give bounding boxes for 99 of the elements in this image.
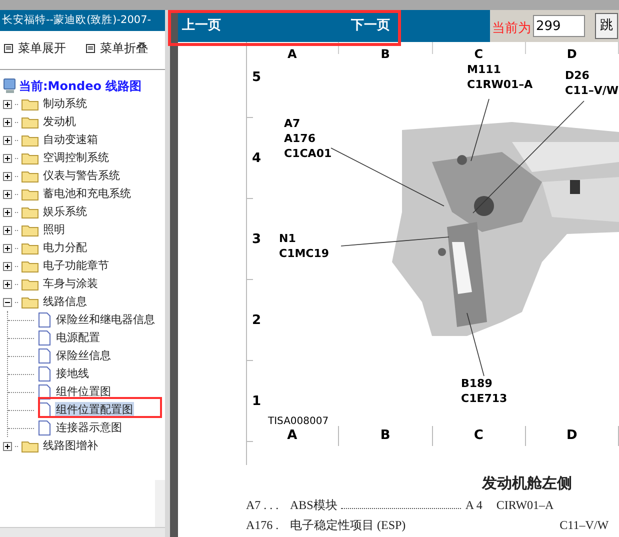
menu-button[interactable]: 菜单展开 bbox=[4, 39, 66, 57]
folder-icon bbox=[21, 169, 39, 183]
tree-item[interactable]: 连接器示意图 bbox=[55, 420, 123, 436]
grid-column-label: C bbox=[474, 48, 484, 60]
folder-icon bbox=[21, 439, 39, 453]
folder-icon bbox=[21, 115, 39, 129]
tree-item[interactable]: 组件位置图 bbox=[55, 384, 112, 400]
callout-label: N1 bbox=[279, 231, 297, 246]
scrollbar[interactable] bbox=[0, 527, 165, 537]
callout-label: A7 bbox=[284, 116, 302, 131]
callout-label: C11–V/W bbox=[565, 83, 619, 98]
next-page-link[interactable]: 下一页 bbox=[351, 16, 390, 36]
tree-item[interactable]: 制动系统 bbox=[3, 95, 87, 113]
folder-icon bbox=[21, 223, 39, 237]
expand-icon[interactable] bbox=[3, 226, 12, 234]
menu-button[interactable]: 菜单折叠 bbox=[86, 39, 148, 57]
tree-item[interactable]: 照明 bbox=[3, 221, 65, 239]
page-label: 当前为 bbox=[492, 20, 531, 38]
legend-reference: A 4 bbox=[465, 496, 482, 514]
legend-title: 发动机舱左侧 bbox=[482, 476, 572, 492]
legend-description: ABS模块 bbox=[290, 496, 338, 514]
document-icon bbox=[38, 348, 51, 364]
legend-code: A7 . . . bbox=[246, 496, 280, 514]
tree-item[interactable]: 仪表与警告系统 bbox=[3, 167, 120, 185]
grid-column-label: B bbox=[380, 427, 390, 445]
tree-item[interactable]: 电源配置 bbox=[55, 330, 101, 346]
grid-row-label: 5 bbox=[252, 69, 262, 87]
legend-code: C11–V/W bbox=[560, 516, 609, 534]
tree-item[interactable]: 电子功能章节 bbox=[3, 257, 109, 275]
tree-item[interactable]: 发动机 bbox=[3, 113, 76, 131]
callout-label: C1E713 bbox=[461, 391, 508, 406]
callout-label: M111 bbox=[467, 62, 502, 77]
callout-label: C1CA01 bbox=[284, 146, 332, 161]
callout-label: A176 bbox=[284, 131, 316, 146]
grid-column-label: A bbox=[287, 427, 298, 445]
grid-row-label: 3 bbox=[252, 231, 262, 249]
grid-row-label: 4 bbox=[252, 150, 262, 168]
tree-item[interactable]: 保险丝信息 bbox=[55, 348, 112, 364]
page-input[interactable]: 299 bbox=[533, 15, 585, 37]
tree-item[interactable]: 线路信息 bbox=[3, 293, 87, 311]
grid-column-label: B bbox=[380, 48, 390, 60]
callout-label: B189 bbox=[461, 376, 494, 391]
document-icon bbox=[38, 420, 51, 436]
grid-column-label: D bbox=[566, 48, 577, 60]
folder-icon bbox=[21, 133, 39, 147]
expand-icon[interactable] bbox=[3, 208, 12, 216]
tree-item[interactable]: 电力分配 bbox=[3, 239, 87, 257]
tree-item[interactable]: 接地线 bbox=[55, 366, 90, 382]
expand-icon[interactable] bbox=[3, 154, 12, 162]
expand-icon[interactable] bbox=[3, 100, 12, 108]
tree-item[interactable]: 空调控制系统 bbox=[3, 149, 109, 167]
legend-description: 电子稳定性项目 (ESP) bbox=[290, 516, 406, 534]
document-icon bbox=[38, 366, 51, 382]
folder-icon bbox=[21, 295, 39, 309]
folder-icon bbox=[21, 151, 39, 165]
grid-column-label: A bbox=[287, 48, 297, 60]
grid-column-label: C bbox=[474, 427, 484, 445]
folder-icon bbox=[21, 277, 39, 291]
tree-item[interactable]: 线路图增补 bbox=[3, 437, 98, 455]
expand-icon[interactable] bbox=[3, 118, 12, 126]
folder-icon bbox=[21, 97, 39, 111]
scrollbar[interactable] bbox=[155, 480, 165, 527]
collapse-icon[interactable] bbox=[3, 298, 12, 306]
callout-label: D26 bbox=[565, 68, 590, 83]
splitter-bar[interactable] bbox=[165, 10, 178, 537]
computer-icon bbox=[3, 78, 17, 94]
tree-item[interactable]: 保险丝和继电器信息 bbox=[55, 312, 156, 328]
expand-icon[interactable] bbox=[3, 280, 12, 288]
document-icon bbox=[38, 312, 51, 328]
expand-icon[interactable] bbox=[3, 262, 12, 270]
list-icon bbox=[4, 44, 13, 52]
tree-item[interactable]: 蓄电池和充电系统 bbox=[3, 185, 131, 203]
tree-root-label: 当前:Mondeo 线路图 bbox=[19, 78, 142, 95]
folder-icon bbox=[21, 241, 39, 255]
grid-row-label: 2 bbox=[252, 312, 262, 330]
expand-icon[interactable] bbox=[3, 136, 12, 144]
leader-line bbox=[466, 312, 485, 377]
prev-page-link[interactable]: 上一页 bbox=[182, 16, 221, 36]
folder-icon bbox=[21, 259, 39, 273]
expand-icon[interactable] bbox=[3, 172, 12, 180]
folder-icon bbox=[21, 187, 39, 201]
expand-icon[interactable] bbox=[3, 442, 12, 450]
tree-item[interactable]: 自动变速箱 bbox=[3, 131, 98, 149]
legend-code: CIRW01–A bbox=[496, 496, 554, 514]
grid-row-label: 1 bbox=[252, 393, 262, 411]
jump-button[interactable]: 跳 bbox=[595, 13, 618, 39]
callout-label: C1RW01–A bbox=[467, 77, 533, 92]
expand-icon[interactable] bbox=[3, 244, 12, 252]
figure-id: TISA008007 bbox=[268, 415, 329, 429]
expand-icon[interactable] bbox=[3, 190, 12, 198]
tree-item[interactable]: 娱乐系统 bbox=[3, 203, 87, 221]
sidebar-title: 长安福特--蒙迪欧(致胜)-2007- bbox=[0, 10, 165, 31]
legend-code: A176 . bbox=[246, 516, 280, 534]
folder-icon bbox=[21, 205, 39, 219]
tree-item[interactable]: 车身与涂装 bbox=[3, 275, 98, 293]
list-icon bbox=[86, 44, 95, 52]
callout-label: C1MC19 bbox=[279, 246, 330, 261]
grid-column-label: D bbox=[566, 427, 578, 445]
document-icon bbox=[38, 330, 51, 346]
